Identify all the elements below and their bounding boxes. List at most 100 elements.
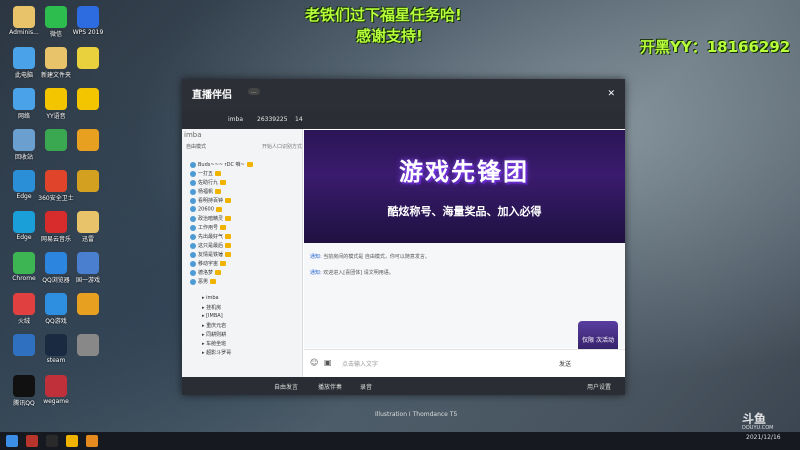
user-entry[interactable]: 佐助行九 (190, 179, 227, 186)
user-entry[interactable]: 工作用号 (190, 224, 227, 231)
user-entry[interactable]: 移动宇宙 (190, 260, 227, 267)
user-icon (190, 170, 196, 177)
desktop-icon-label: 360安全卫士 (38, 195, 74, 202)
version-badge: ... (248, 88, 260, 95)
online-count: 14 (295, 116, 303, 123)
desktop-icon[interactable] (66, 47, 110, 70)
user-entry[interactable]: 20600 (190, 206, 222, 213)
start-icon[interactable] (6, 435, 18, 447)
desktop-icon[interactable] (66, 170, 110, 193)
emoji-icon[interactable]: ☺ (310, 358, 318, 367)
room-name: imba (228, 116, 243, 123)
user-name: 工作用号 (198, 225, 219, 231)
user-name: 先出最好气 (198, 234, 224, 240)
user-name: 政治暗精灵 (198, 216, 224, 222)
crown-icon (225, 234, 232, 239)
clock[interactable]: 2021/12/16 (746, 434, 781, 441)
desktop-icon-label: 国一游戏 (75, 277, 100, 284)
user-icon (190, 179, 196, 186)
channel-item[interactable]: ▸ 车舱坐班 (202, 340, 226, 347)
chat-message: 通知: 当前房间的模式是 自由模式，你可以随意发言。 (310, 254, 430, 260)
speak-mode-button[interactable]: 自由发言 (274, 382, 298, 391)
app-icon (45, 293, 67, 315)
user-icon (190, 206, 196, 212)
channel-item[interactable]: ▸ 超影斗罗哥 (202, 349, 231, 356)
app-icon (77, 129, 99, 151)
user-settings-button[interactable]: 用户设置 (587, 382, 611, 391)
channel-item[interactable]: ▸ 重庆元岩 (202, 322, 226, 329)
crown-icon (215, 206, 222, 212)
channel-item[interactable]: ▸ 挂机房 (202, 304, 221, 311)
user-icon (190, 269, 196, 276)
user-name: 佐助行九 (198, 180, 219, 186)
user-entry[interactable]: 杨福帆 (190, 188, 222, 195)
app-icon (45, 47, 67, 69)
music-button[interactable]: 播放伴奏 (318, 382, 342, 391)
user-entry[interactable]: 看明持百钟 (190, 197, 232, 204)
desktop-icon[interactable] (66, 129, 110, 152)
desktop-icon-label: 迅雷 (81, 236, 94, 243)
crown-icon (225, 216, 232, 221)
desktop-icon[interactable]: 国一游戏 (66, 252, 110, 284)
sidebar-head: imba (184, 131, 202, 139)
promo-banner[interactable]: 游戏先锋团 酷炫称号、海量奖品、加入必得 (304, 130, 625, 243)
send-button[interactable]: 发送 (559, 359, 571, 368)
desktop-icon-label: 新建文件夹 (40, 72, 71, 79)
app-icon (45, 88, 67, 110)
user-entry[interactable]: 一打五 (190, 170, 222, 177)
app-icon (77, 47, 99, 69)
user-entry[interactable]: 先出最好气 (190, 233, 232, 240)
user-entry[interactable]: Buds~~~ rDC 咱~ (190, 161, 253, 168)
app-icon (77, 211, 99, 233)
crown-icon (225, 243, 232, 248)
user-entry[interactable]: 这只是最后 (190, 242, 232, 249)
desktop-icon[interactable]: 迅雷 (66, 211, 110, 243)
user-icon (190, 197, 196, 204)
app-icon (13, 334, 35, 356)
user-entry[interactable]: 德洛梦 (190, 269, 222, 276)
taskbar-app-icon[interactable] (86, 435, 98, 447)
crown-icon (215, 171, 222, 176)
banner-title: 游戏先锋团 (399, 158, 529, 186)
desktop-icon-label: WPS 2019 (72, 29, 104, 36)
banner-subtitle: 酷炫称号、海量奖品、加入必得 (387, 205, 542, 218)
record-button[interactable]: 录音 (360, 382, 372, 391)
crown-icon (215, 189, 222, 194)
desktop-icon[interactable] (66, 293, 110, 316)
desktop-icon[interactable] (66, 334, 110, 357)
desktop-icon[interactable] (66, 88, 110, 111)
user-entry[interactable]: 政治暗精灵 (190, 215, 232, 222)
channel-item[interactable]: ▸ [IMBA] (202, 313, 223, 319)
close-icon[interactable]: ✕ (607, 89, 615, 99)
mode-label: 自由模式 (186, 144, 207, 150)
channel-item[interactable]: ▸ imba (202, 295, 219, 301)
crown-icon (220, 225, 227, 230)
stream-caption-1: 老铁们过下福星任务哈! (305, 6, 462, 24)
desktop-icon[interactable]: wegame (34, 375, 78, 405)
app-icon (45, 129, 67, 151)
chat-message: 通知: 欢迎进入[喜团体] 请文明用语。 (310, 270, 394, 276)
app-icon (45, 375, 67, 397)
user-name: 友情是铁锤 (198, 252, 224, 258)
taskbar-app-icon[interactable] (66, 435, 78, 447)
app-icon (13, 47, 35, 69)
chat-input[interactable]: 点击输入文字 (342, 359, 378, 368)
taskbar-app-icon[interactable] (46, 435, 58, 447)
channel-item[interactable]: ▸ 同耕则耕 (202, 331, 226, 338)
image-icon[interactable]: ▣ (324, 358, 332, 367)
room-id: 26339225 (257, 116, 288, 123)
crown-icon (215, 270, 222, 275)
taskbar-app-icon[interactable] (26, 435, 38, 447)
desktop-icon[interactable]: WPS 2019 (66, 6, 110, 36)
app-logo: 直播伴侣 (192, 90, 232, 101)
chat-area: 通知: 当前房间的模式是 自由模式，你可以随意发言。 通知: 欢迎进入[喜团体]… (304, 243, 625, 348)
user-entry[interactable]: 友情是铁锤 (190, 251, 232, 258)
app-icon (77, 88, 99, 110)
mode-link[interactable]: 开始人口识别方式 (262, 143, 302, 150)
app-icon (13, 252, 35, 274)
app-icon (77, 6, 99, 28)
app-icon (13, 129, 35, 151)
app-icon (45, 334, 67, 356)
user-name: 恶男 (198, 279, 209, 285)
user-entry[interactable]: 恶男 (190, 278, 217, 285)
